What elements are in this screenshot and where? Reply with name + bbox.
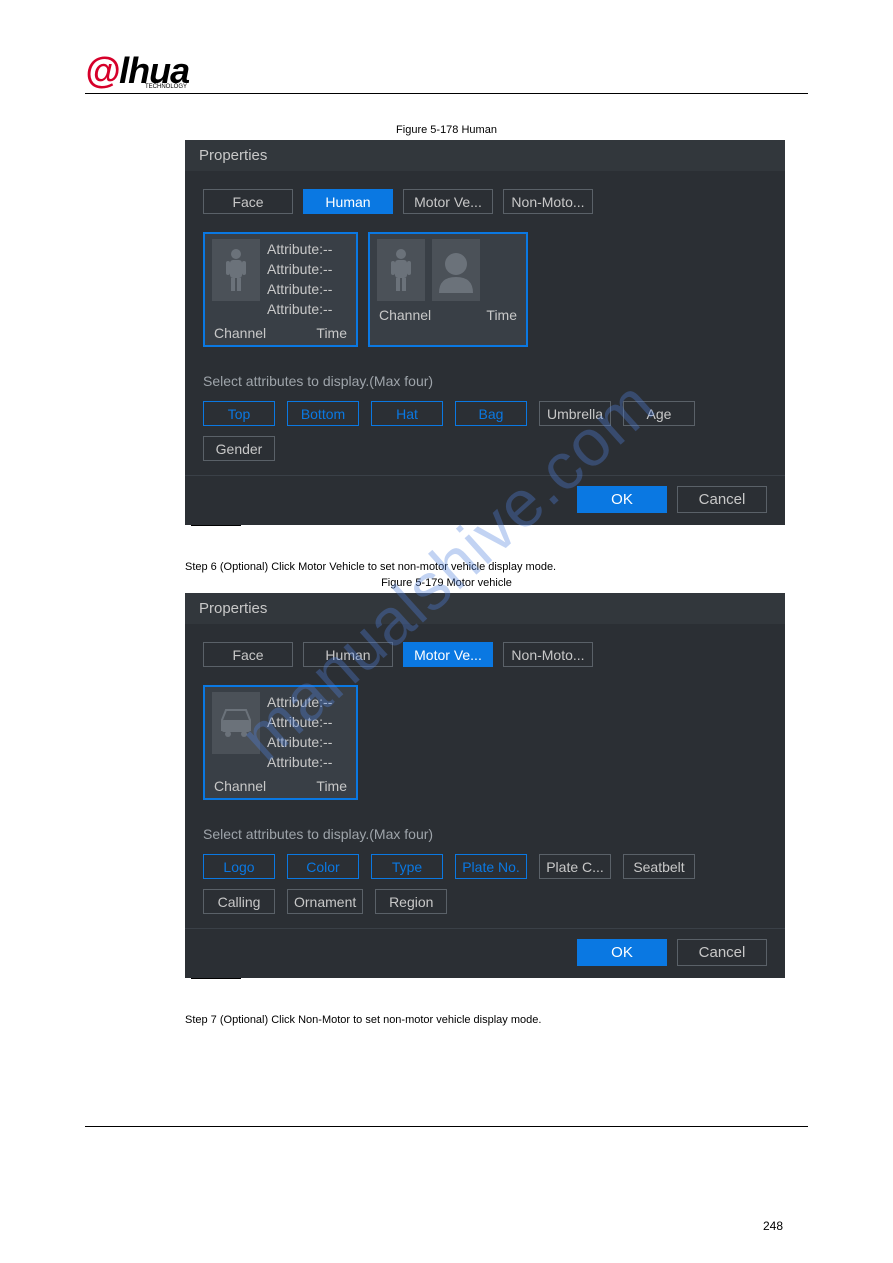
tab-human[interactable]: Human xyxy=(303,642,393,667)
attribute-list: Attribute:-- Attribute:-- Attribute:-- A… xyxy=(267,692,332,772)
select-attributes-instruction: Select attributes to display.(Max four) xyxy=(203,373,767,389)
head-icon xyxy=(432,239,480,301)
figure-label-2: Figure 5-179 Motor vehicle xyxy=(85,577,808,589)
ok-button[interactable]: OK xyxy=(577,939,667,966)
attr-logo[interactable]: Logo xyxy=(203,854,275,879)
tab-human[interactable]: Human xyxy=(303,189,393,214)
tab-nonmotor[interactable]: Non-Moto... xyxy=(503,642,593,667)
attr-age[interactable]: Age xyxy=(623,401,695,426)
attr-plate-no[interactable]: Plate No. xyxy=(455,854,527,879)
person-icon xyxy=(212,239,260,301)
footer-divider xyxy=(85,1126,808,1127)
ok-button[interactable]: OK xyxy=(577,486,667,513)
person-icon xyxy=(377,239,425,301)
tab-motor[interactable]: Motor Ve... xyxy=(403,642,493,667)
attr-plate-color[interactable]: Plate C... xyxy=(539,854,611,879)
card-time-label: Time xyxy=(486,307,517,323)
attr-ornament[interactable]: Ornament xyxy=(287,889,363,914)
attr-umbrella[interactable]: Umbrella xyxy=(539,401,611,426)
card-channel-label: Channel xyxy=(379,307,431,323)
page-number: 248 xyxy=(763,1219,783,1233)
preview-card-attributes[interactable]: Attribute:-- Attribute:-- Attribute:-- A… xyxy=(203,685,358,800)
properties-dialog-human: Properties Face Human Motor Ve... Non-Mo… xyxy=(185,140,785,525)
tab-motor[interactable]: Motor Ve... xyxy=(403,189,493,214)
logo: @lhua TECHNOLOGY xyxy=(85,50,808,90)
cancel-button[interactable]: Cancel xyxy=(677,939,767,966)
attr-top[interactable]: Top xyxy=(203,401,275,426)
figure-label-1: Figure 5-178 Human xyxy=(85,124,808,136)
attr-seatbelt[interactable]: Seatbelt xyxy=(623,854,695,879)
cancel-button[interactable]: Cancel xyxy=(677,486,767,513)
step-7-label: Step 7 (Optional) Click Non-Motor to set… xyxy=(185,1014,808,1026)
properties-dialog-motor: Properties Face Human Motor Ve... Non-Mo… xyxy=(185,593,785,978)
tab-face[interactable]: Face xyxy=(203,189,293,214)
attr-bag[interactable]: Bag xyxy=(455,401,527,426)
attr-hat[interactable]: Hat xyxy=(371,401,443,426)
attr-type[interactable]: Type xyxy=(371,854,443,879)
step-6-label: Step 6 (Optional) Click Motor Vehicle to… xyxy=(185,561,808,573)
preview-card-attributes[interactable]: Attribute:-- Attribute:-- Attribute:-- A… xyxy=(203,232,358,347)
tabs: Face Human Motor Ve... Non-Moto... xyxy=(203,189,767,214)
attr-region[interactable]: Region xyxy=(375,889,447,914)
card-channel-label: Channel xyxy=(214,325,266,341)
tab-face[interactable]: Face xyxy=(203,642,293,667)
attribute-buttons: Top Bottom Hat Bag Umbrella Age Gender xyxy=(203,401,767,461)
attribute-buttons: Logo Color Type Plate No. Plate C... Sea… xyxy=(203,854,767,914)
header-divider xyxy=(85,93,808,94)
tabs: Face Human Motor Ve... Non-Moto... xyxy=(203,642,767,667)
tab-nonmotor[interactable]: Non-Moto... xyxy=(503,189,593,214)
dialog-title: Properties xyxy=(185,140,785,171)
card-time-label: Time xyxy=(316,778,347,794)
figure-underline xyxy=(191,525,241,526)
select-attributes-instruction: Select attributes to display.(Max four) xyxy=(203,826,767,842)
attr-bottom[interactable]: Bottom xyxy=(287,401,359,426)
preview-card-thumbs[interactable]: Channel Time xyxy=(368,232,528,347)
attr-calling[interactable]: Calling xyxy=(203,889,275,914)
card-channel-label: Channel xyxy=(214,778,266,794)
dialog-title: Properties xyxy=(185,593,785,624)
attribute-list: Attribute:-- Attribute:-- Attribute:-- A… xyxy=(267,239,332,319)
attr-gender[interactable]: Gender xyxy=(203,436,275,461)
card-time-label: Time xyxy=(316,325,347,341)
figure-underline xyxy=(191,978,241,979)
car-icon xyxy=(212,692,260,754)
attr-color[interactable]: Color xyxy=(287,854,359,879)
